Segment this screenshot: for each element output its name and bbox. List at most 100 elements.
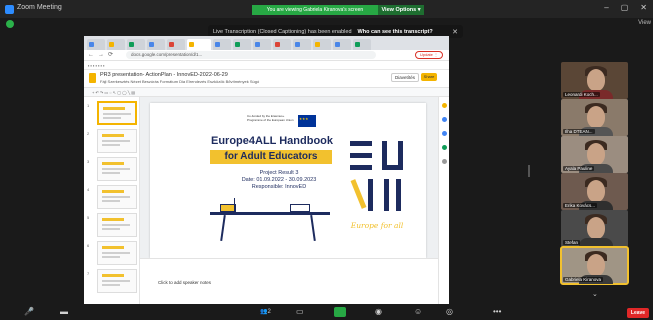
thumb-number: 6 — [87, 243, 90, 248]
maximize-button[interactable]: ▢ — [621, 3, 629, 12]
participant-name: Ayala Pauline — [563, 166, 595, 171]
apps-icon[interactable]: ◎ — [446, 307, 453, 317]
meeting-toolbar: 🎤 ▬ 👥2 ▭ ◉ ☺ ◎ ••• Leave — [0, 304, 653, 320]
browser-tab[interactable] — [167, 39, 185, 50]
slides-logo-icon[interactable] — [89, 73, 96, 83]
participant-tile[interactable]: Ilha DTEAN... — [561, 99, 628, 136]
participant-tile[interactable]: Erika Kovács... — [561, 173, 628, 210]
contacts-icon[interactable] — [442, 131, 447, 136]
keep-icon[interactable] — [442, 103, 447, 108]
slide-title-line1: Europe4ALL Handbook — [210, 135, 334, 147]
zoom-logo-icon — [5, 5, 14, 14]
desk-leg — [310, 214, 316, 242]
side-panel-icons — [438, 97, 449, 304]
browser-tab-active[interactable] — [187, 39, 211, 50]
bookmarks-bar: ▪ ▪ ▪ ▪ ▪ ▪ ▪ — [84, 61, 449, 70]
browser-tab[interactable] — [233, 39, 251, 50]
view-button[interactable]: View — [638, 20, 651, 26]
thumb-number: 7 — [87, 271, 90, 276]
participant-name: Gabriela Kiranova — [563, 277, 604, 282]
desk-leg — [220, 214, 226, 242]
thumb-number: 2 — [87, 131, 90, 136]
current-slide[interactable]: Co-funded by the Erasmus+ Programme of t… — [150, 103, 426, 258]
participants-button[interactable]: 👥2 — [260, 307, 271, 317]
participant-tile[interactable]: Leonardi Koch... — [561, 62, 628, 99]
participant-name: Leonardi Koch... — [563, 92, 600, 97]
browser-tab[interactable] — [147, 39, 165, 50]
transcription-message: Live Transcription (Closed Captioning) h… — [213, 28, 352, 35]
project-info: Project Result 3 Date: 01.09.2022 - 30.0… — [234, 170, 324, 191]
speaker-notes-text: Click to add speaker notes — [158, 280, 212, 285]
reactions-icon[interactable]: ☺ — [414, 307, 422, 317]
document-title[interactable]: PR3 presentation- ActionPlan - InnovED-2… — [100, 72, 228, 78]
browser-tab[interactable] — [253, 39, 271, 50]
browser-tab[interactable] — [87, 39, 105, 50]
project-date: Date: 01.09.2022 - 30.09.2023 — [241, 177, 317, 183]
participant-tile-active-speaker[interactable]: Gabriela Kiranova — [560, 246, 629, 285]
project-result: Project Result 3 — [259, 170, 299, 176]
slide-thumbnail-selected[interactable] — [97, 101, 137, 125]
eu-flag-icon — [298, 115, 316, 127]
video-camera-icon[interactable]: ▬ — [60, 307, 68, 317]
browser-tab[interactable] — [293, 39, 311, 50]
browser-tab[interactable] — [213, 39, 231, 50]
security-shield-icon[interactable] — [6, 20, 14, 28]
zoom-window: Zoom Meeting – ▢ ✕ You are viewing Gabri… — [0, 0, 653, 320]
browser-tab[interactable] — [273, 39, 291, 50]
record-icon[interactable]: ◉ — [375, 307, 382, 317]
project-responsible: Responsible: InnovED — [251, 184, 307, 190]
participant-tile[interactable]: Stefan — [561, 210, 628, 247]
screen-share-banner: You are viewing Gabriela Kiranova's scre… — [252, 5, 424, 15]
transcript-visibility-link[interactable]: Who can see this transcript? — [358, 29, 433, 35]
slide-title-line2: for Adult Educators — [210, 150, 332, 164]
browser-tab[interactable] — [313, 39, 331, 50]
slides-toolbar[interactable]: + ↶ ↷ ▭ ◌ ↖ ▢ ◯ ╲ ▤ — [84, 88, 449, 97]
update-button[interactable]: Update ⋮ — [414, 51, 443, 59]
leave-button[interactable]: Leave — [627, 308, 649, 318]
share-button[interactable]: Share — [421, 73, 437, 81]
url-field[interactable]: docs.google.com/presentation/d/1... — [126, 51, 376, 59]
gallery-resize-handle[interactable] — [528, 165, 530, 177]
participant-name: Erika Kovács... — [563, 203, 598, 208]
europe-for-all-script: Europe for all — [350, 221, 404, 230]
lamp-icon — [234, 198, 244, 212]
participant-name: Stefan — [563, 240, 581, 245]
slide-canvas: Co-funded by the Erasmus+ Programme of t… — [140, 97, 438, 304]
chevron-down-icon[interactable]: ⌄ — [592, 290, 598, 298]
slide-thumbnail[interactable] — [97, 213, 137, 237]
slide-thumbnail[interactable] — [97, 129, 137, 153]
nav-buttons[interactable]: ←→⟳ — [88, 51, 117, 58]
mic-icon[interactable]: 🎤 — [24, 307, 34, 317]
close-window-button[interactable]: ✕ — [640, 3, 647, 12]
present-button[interactable]: Diavetítés — [390, 73, 419, 82]
thumb-number: 4 — [87, 187, 90, 192]
title-bar: Zoom Meeting – ▢ ✕ You are viewing Gabri… — [0, 0, 653, 18]
more-icon[interactable]: ••• — [493, 307, 501, 317]
slide-thumbnail[interactable] — [97, 269, 137, 293]
browser-tab[interactable] — [127, 39, 145, 50]
participant-name: Ilha DTEAN... — [563, 129, 595, 134]
minimize-button[interactable]: – — [604, 3, 608, 12]
document-menu[interactable]: Fájl Szerkesztés Nézet Beszúrás Formátum… — [100, 79, 259, 84]
view-options-button[interactable]: View Options ▾ — [378, 5, 424, 15]
tasks-icon[interactable] — [442, 117, 447, 122]
window-title: Zoom Meeting — [17, 4, 62, 11]
desk-items-icon — [290, 204, 310, 212]
shared-screen: ←→⟳ docs.google.com/presentation/d/1... … — [84, 36, 449, 304]
browser-tab[interactable] — [107, 39, 125, 50]
eu4all-logo-icon — [342, 141, 412, 221]
browser-tab[interactable] — [333, 39, 351, 50]
browser-tab-strip — [84, 36, 449, 50]
close-notice-icon[interactable]: ✕ — [452, 28, 458, 36]
slide-thumbnail[interactable] — [97, 241, 137, 265]
browser-tab[interactable] — [353, 39, 371, 50]
participant-tile[interactable]: Ayala Pauline — [561, 136, 628, 173]
share-screen-icon[interactable] — [334, 307, 346, 317]
slide-thumbnail[interactable] — [97, 157, 137, 181]
eu-funding-caption: Co-funded by the Erasmus+ Programme of t… — [247, 114, 294, 122]
thumb-number: 5 — [87, 215, 90, 220]
chat-icon[interactable]: ▭ — [296, 307, 304, 317]
add-on-icon[interactable] — [442, 159, 447, 164]
maps-icon[interactable] — [442, 145, 447, 150]
slide-thumbnail[interactable] — [97, 185, 137, 209]
